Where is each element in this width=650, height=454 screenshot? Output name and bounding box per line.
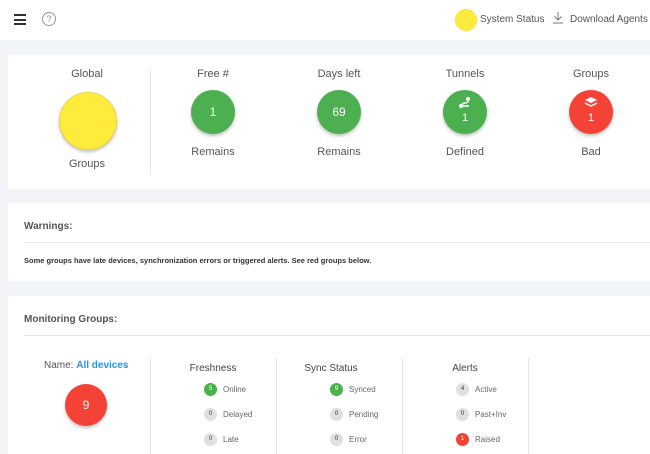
groups-title: Groups: [572, 68, 610, 80]
divider: [150, 70, 151, 175]
divider: [276, 358, 277, 454]
freshness-late-label: Late: [223, 435, 239, 444]
sync-synced-count: 9: [330, 383, 343, 396]
days-left-title: Days left: [317, 68, 361, 80]
warnings-card: Warnings: Some groups have late devices,…: [8, 203, 650, 281]
alerts-title: Alerts: [452, 363, 478, 374]
days-left-circle[interactable]: 69: [317, 90, 361, 134]
bad-groups-circle[interactable]: 1: [569, 90, 613, 134]
days-left-footer: Remains: [317, 146, 361, 158]
tunnels-circle[interactable]: 1: [443, 90, 487, 134]
freshness-title: Freshness: [189, 363, 237, 374]
alerts-past-count: 0: [456, 408, 469, 421]
free-footer: Remains: [191, 146, 235, 158]
days-left-value: 69: [332, 105, 346, 119]
sync-error-count: 0: [330, 433, 343, 446]
alerts-past-label: Past+Inv: [475, 410, 507, 419]
monitoring-card: Monitoring Groups: Name: All devices 9 F…: [8, 296, 650, 454]
tunnels-value: 1: [461, 112, 469, 124]
summary-card: Global Groups Free # 1 Remains Days left…: [8, 55, 650, 189]
divider: [402, 358, 403, 454]
system-status-label[interactable]: System Status: [480, 14, 544, 25]
monitoring-divider: [24, 335, 650, 336]
freshness-late-count: 0: [204, 433, 217, 446]
download-icon[interactable]: [552, 11, 564, 24]
group-name-label: Name:: [44, 360, 74, 371]
sync-pending-label: Pending: [349, 410, 379, 419]
help-icon[interactable]: ?: [42, 12, 56, 26]
alerts-raised-count: 1: [456, 433, 469, 446]
divider: [528, 358, 529, 454]
freshness-delayed-label: Delayed: [223, 410, 253, 419]
top-bar: ? System Status Download Agents: [0, 0, 650, 40]
freshness-online-label: Online: [223, 385, 247, 394]
system-status-indicator[interactable]: [455, 9, 477, 31]
warnings-divider: [24, 242, 650, 243]
route-icon: [459, 97, 470, 108]
sync-status-title: Sync Status: [304, 363, 358, 374]
groups-footer: Bad: [581, 146, 601, 158]
global-footer: Groups: [68, 158, 106, 170]
monitoring-title: Monitoring Groups:: [24, 314, 118, 325]
warnings-title: Warnings:: [24, 221, 73, 232]
sync-pending-count: 0: [330, 408, 343, 421]
alerts-raised-label: Raised: [475, 435, 500, 444]
sync-synced-label: Synced: [349, 385, 376, 394]
free-value: 1: [209, 105, 217, 119]
group-count-circle[interactable]: 9: [65, 384, 107, 426]
free-circle[interactable]: 1: [191, 90, 235, 134]
sync-error-label: Error: [349, 435, 367, 444]
download-agents-link[interactable]: Download Agents: [570, 14, 648, 25]
hamburger-menu-icon[interactable]: [14, 14, 26, 25]
layers-icon: [584, 97, 598, 107]
tunnels-footer: Defined: [446, 146, 484, 158]
alerts-active-label: Active: [475, 385, 497, 394]
free-title: Free #: [197, 68, 229, 80]
global-status-circle[interactable]: [59, 92, 117, 150]
group-name-row: Name: All devices: [44, 360, 129, 371]
bad-groups-value: 1: [587, 112, 595, 124]
warnings-text: Some groups have late devices, synchroni…: [24, 256, 372, 265]
tunnels-title: Tunnels: [445, 68, 485, 80]
divider: [150, 358, 151, 454]
freshness-online-count: 5: [204, 383, 217, 396]
global-title: Global: [71, 68, 103, 80]
alerts-active-count: 4: [456, 383, 469, 396]
freshness-delayed-count: 0: [204, 408, 217, 421]
group-name-link[interactable]: All devices: [76, 360, 128, 371]
